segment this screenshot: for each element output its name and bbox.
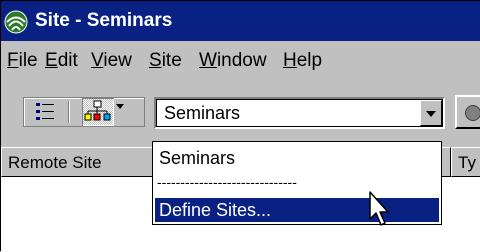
view-toggle-group xyxy=(23,97,145,127)
site-map-button[interactable] xyxy=(82,98,114,126)
menu-site[interactable]: Site xyxy=(149,49,182,73)
dropdown-item-define-sites[interactable]: Define Sites... xyxy=(155,198,439,222)
connect-icon xyxy=(465,105,480,121)
list-view-button[interactable] xyxy=(30,98,62,126)
menu-file[interactable]: File xyxy=(7,49,38,73)
title-bar[interactable]: Site - Seminars xyxy=(1,1,480,41)
connect-button[interactable] xyxy=(455,95,480,129)
menu-edit[interactable]: Edit xyxy=(45,49,78,73)
mouse-pointer-icon xyxy=(369,191,389,226)
menu-window[interactable]: Window xyxy=(199,49,267,73)
chevron-down-icon[interactable] xyxy=(116,104,124,110)
combo-dropdown-button[interactable] xyxy=(420,100,442,126)
dropdown-item-seminars[interactable]: Seminars xyxy=(155,146,439,170)
menu-help[interactable]: Help xyxy=(283,49,322,73)
menu-bar: File Edit View Site Window Help xyxy=(1,41,480,79)
toolbar: Seminars xyxy=(1,79,480,147)
toolbar-divider xyxy=(68,101,70,123)
site-dropdown-list: Seminars ------------------------------ … xyxy=(152,141,442,225)
site-combo-value: Seminars xyxy=(164,103,241,123)
site-map-icon xyxy=(84,100,111,121)
window-frame: Site - Seminars File Edit View Site Wind… xyxy=(0,0,480,252)
site-combo-box[interactable]: Seminars xyxy=(154,97,445,129)
window-title: Site - Seminars xyxy=(35,10,173,31)
site-globe-icon xyxy=(4,10,28,34)
menu-view[interactable]: View xyxy=(91,49,132,73)
list-view-icon xyxy=(36,103,54,120)
column-type[interactable]: Ty xyxy=(451,147,480,177)
